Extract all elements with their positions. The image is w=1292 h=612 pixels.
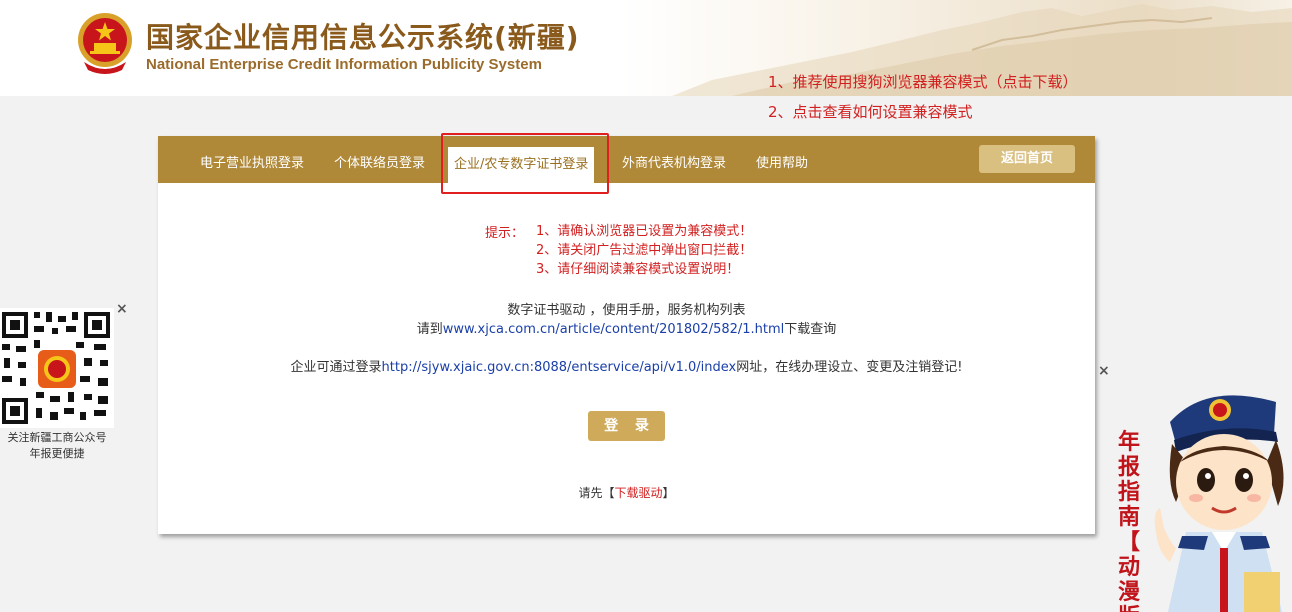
qr-caption-line: 年报更便捷 (29, 447, 85, 460)
login-tab-bar: 电子营业执照登录 个体联络员登录 企业/农专数字证书登录 外商代表机构登录 使用… (158, 136, 1095, 183)
online-service-line: 企业可通过登录http://sjyw.xjaic.gov.cn:8088/ent… (158, 356, 1095, 375)
guide-char: 指 (1117, 480, 1140, 505)
guide-char: 【 (1117, 530, 1140, 555)
download-suffix: 下载查询 (784, 322, 837, 337)
tip-list: 1、请确认浏览器已设置为兼容模式！ 2、请关闭广告过滤中弹出窗口拦截！ 3、请仔… (536, 222, 752, 279)
tab-e-business-license[interactable]: 电子营业执照登录 (200, 148, 304, 180)
qr-caption-line: 关注新疆工商公众号 (7, 431, 107, 444)
service-suffix: 网址，在线办理设立、变更及注销登记! (736, 360, 963, 375)
download-driver-line: 请先【下载驱动】 (158, 484, 1095, 501)
qr-close-icon[interactable]: × (116, 301, 128, 317)
xjca-link[interactable]: www.xjca.com.cn/article/content/201802/5… (443, 322, 785, 337)
browser-notice-links: 1、推荐使用搜狗浏览器兼容模式（点击下载） 2、点击查看如何设置兼容模式 (768, 72, 1078, 132)
tip-label: 提示： (485, 226, 525, 241)
tab-foreign-representative[interactable]: 外商代表机构登录 (622, 148, 726, 180)
compat-mode-help-link[interactable]: 2、点击查看如何设置兼容模式 (768, 102, 1078, 132)
sogou-browser-download-link[interactable]: 1、推荐使用搜狗浏览器兼容模式（点击下载） (768, 72, 1078, 102)
officer-mascot-icon[interactable] (1146, 382, 1292, 612)
active-tab-highlight-box (441, 133, 609, 194)
tip-item: 2、请关闭广告过滤中弹出窗口拦截！ (536, 243, 753, 258)
tab-help[interactable]: 使用帮助 (756, 148, 808, 180)
xjca-download-line: 请到www.xjca.com.cn/article/content/201802… (158, 318, 1095, 337)
site-title-en: National Enterprise Credit Information P… (146, 56, 542, 73)
wechat-qr-code (0, 308, 114, 428)
site-header: 国家企业信用信息公示系统(新疆) National Enterprise Cre… (0, 0, 1292, 121)
tab-individual-liaison[interactable]: 个体联络员登录 (334, 148, 425, 180)
certificate-driver-info: 数字证书驱动 ，使用手册，服务机构列表 (507, 303, 746, 318)
login-button[interactable]: 登 录 (588, 411, 665, 441)
driver-suffix: 】 (662, 486, 675, 500)
download-driver-link[interactable]: 下载驱动 (614, 486, 662, 500)
guide-char: 年 (1117, 430, 1140, 455)
guide-char: 动 (1117, 555, 1140, 580)
guide-char: 南 (1117, 505, 1140, 530)
tip-item: 1、请确认浏览器已设置为兼容模式！ (536, 224, 753, 239)
guide-char: 漫 (1117, 580, 1140, 605)
annual-report-guide-link[interactable]: 年 报 指 南 【 动 漫 版 (1112, 430, 1146, 612)
qr-caption: 关注新疆工商公众号 年报更便捷 (0, 430, 114, 462)
tip-item: 3、请仔细阅读兼容模式设置说明！ (536, 262, 740, 277)
download-prefix: 请到 (416, 322, 443, 337)
entservice-link[interactable]: http://sjyw.xjaic.gov.cn:8088/entservice… (382, 360, 737, 375)
return-home-button[interactable]: 返回首页 (979, 145, 1075, 173)
login-panel: 电子营业执照登录 个体联络员登录 企业/农专数字证书登录 外商代表机构登录 使用… (158, 133, 1095, 534)
site-title-cn: 国家企业信用信息公示系统(新疆) (146, 21, 580, 54)
driver-prefix: 请先【 (578, 486, 615, 500)
service-prefix: 企业可通过登录 (290, 360, 382, 375)
national-emblem-icon (78, 13, 132, 74)
guide-char: 版 (1112, 605, 1146, 612)
mascot-close-icon[interactable]: × (1098, 363, 1110, 379)
guide-char: 报 (1117, 455, 1140, 480)
